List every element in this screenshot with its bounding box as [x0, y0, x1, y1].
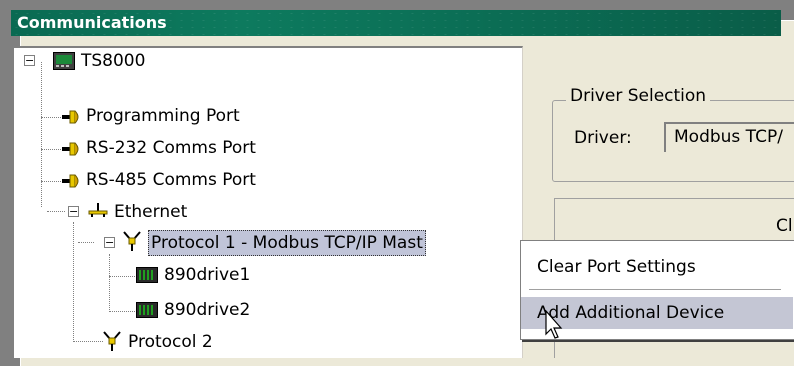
expander-ts8000[interactable]: −	[24, 55, 35, 66]
driver-field[interactable]: Modbus TCP/	[664, 122, 794, 152]
tree-node-protocol-1[interactable]: Protocol 1 - Modbus TCP/IP Mast	[148, 230, 426, 256]
tree-node-890drive2[interactable]: 890drive2	[164, 296, 250, 324]
clipped-label: Cl	[776, 216, 793, 236]
menu-item-clear-port-settings[interactable]: Clear Port Settings	[521, 251, 793, 283]
tree-node-ts8000[interactable]: TS8000	[81, 48, 145, 74]
driver-label: Driver:	[574, 128, 632, 148]
protocol-icon	[123, 231, 141, 251]
expander-ethernet[interactable]: −	[68, 206, 79, 217]
panel-icon	[53, 52, 75, 70]
port-icon	[62, 110, 79, 124]
device-icon	[136, 302, 158, 318]
tree-node-protocol-2[interactable]: Protocol 2	[128, 328, 213, 356]
expander-protocol-1[interactable]: −	[104, 237, 115, 248]
tree-view[interactable]: − TS8000 Programming Port RS-232 Comms P…	[12, 46, 523, 358]
port-icon	[62, 142, 79, 156]
tree-node-890drive1[interactable]: 890drive1	[164, 261, 250, 289]
tree-node-ethernet[interactable]: Ethernet	[114, 198, 187, 226]
window-title-bar: Communications	[11, 10, 781, 36]
device-icon	[136, 267, 158, 283]
tree-node-rs232-port[interactable]: RS-232 Comms Port	[86, 134, 256, 162]
ethernet-icon	[88, 203, 108, 217]
tree-node-rs485-port[interactable]: RS-485 Comms Port	[86, 166, 256, 194]
driver-selection-title: Driver Selection	[566, 86, 711, 106]
mouse-cursor-icon	[545, 310, 563, 339]
menu-separator	[529, 289, 781, 290]
window-title: Communications	[17, 13, 167, 32]
port-icon	[62, 174, 79, 188]
protocol-icon	[103, 331, 121, 351]
tree-node-programming-port[interactable]: Programming Port	[86, 102, 240, 130]
